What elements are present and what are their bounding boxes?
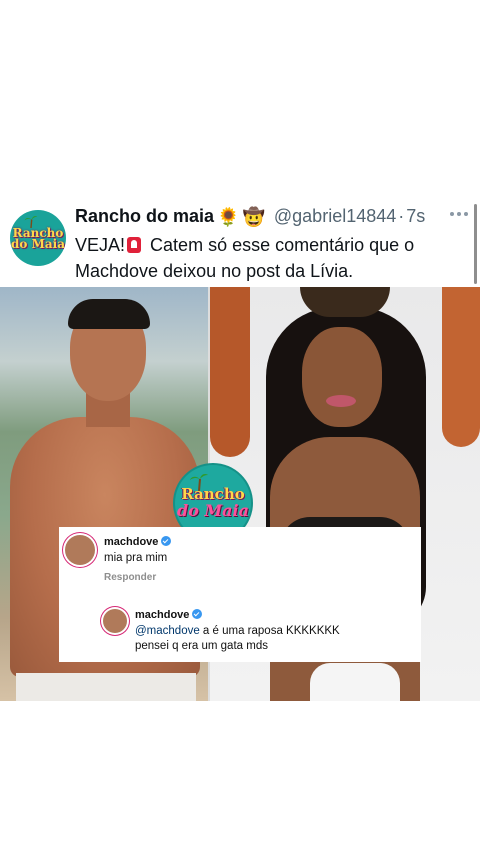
avatar-logo-text: Rancho do Maia [11, 226, 65, 251]
reply-text: @machdove a é uma raposa KKKKKKK pensei … [135, 625, 340, 652]
comment-text: mia pra mim [104, 552, 168, 564]
tweet-header: Rancho do maia 🌻 🤠 @gabriel14844 · 7s [75, 206, 470, 232]
reply-link: Responder [104, 572, 157, 583]
tweet-media-image[interactable]: Rancho do Maia machdove mia pra mim Resp… [0, 287, 480, 701]
timestamp[interactable]: 7s [406, 206, 425, 226]
user-handle[interactable]: @gabriel14844 [274, 206, 396, 226]
verified-badge-icon [192, 609, 203, 619]
tweet-text: VEJA! Catem só esse comentário que o Mac… [75, 235, 415, 281]
instagram-comment-screenshot: machdove mia pra mim Responder machdove … [59, 527, 421, 662]
sunflower-emoji: 🌻 [217, 206, 240, 227]
verified-badge-icon [161, 536, 172, 546]
scrollbar[interactable] [474, 204, 477, 284]
display-name[interactable]: Rancho do maia [75, 206, 214, 226]
more-options-icon[interactable] [450, 212, 468, 218]
comment-username: machdove [104, 536, 172, 548]
reply-avatar [103, 609, 127, 633]
dot-separator: · [398, 206, 405, 226]
cowboy-emoji: 🤠 [242, 206, 265, 227]
profile-avatar[interactable]: Rancho do Maia [10, 210, 66, 266]
reply-mention: @machdove [135, 625, 200, 637]
reply-username: machdove [135, 609, 203, 621]
siren-icon [127, 237, 142, 253]
commenter-avatar [65, 535, 95, 565]
